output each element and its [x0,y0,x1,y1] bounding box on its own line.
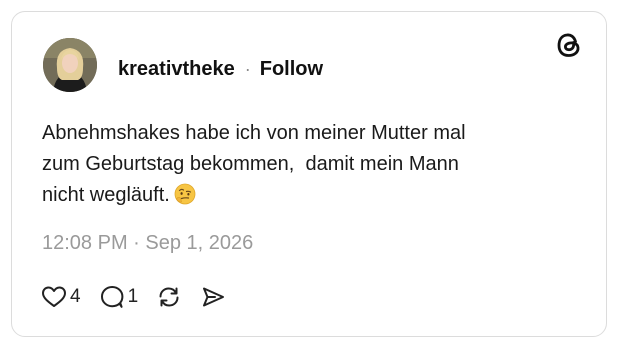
threads-post-card: kreativtheke · Follow Abnehmshakes habe … [11,11,607,337]
post-text-line: Abnehmshakes habe ich von meiner Mutter … [42,122,466,144]
reply-button[interactable]: 1 [99,285,139,309]
header-separator: · [244,59,251,79]
post-header: kreativtheke · Follow [118,57,323,81]
heart-icon [42,286,66,307]
share-button[interactable] [200,285,226,309]
post-text: Abnehmshakes habe ich von meiner Mutter … [42,118,562,211]
reply-count: 1 [127,286,139,307]
threads-logo-icon[interactable] [554,30,584,60]
comment-bubble-icon [100,286,123,308]
repost-button[interactable] [156,285,182,309]
repost-icon [159,287,179,307]
post-actions-bar: 4 1 [41,283,226,311]
post-timestamp[interactable]: 12:08 PM · Sep 1, 2026 [42,232,253,255]
like-button[interactable]: 4 [41,285,81,309]
follow-button[interactable]: Follow [260,57,323,81]
face-with-raised-eyebrow-icon [174,183,196,205]
send-icon [203,287,225,307]
post-text-line-last: nicht wegläuft. [42,180,562,211]
post-text-line-content: nicht wegläuft. [42,184,170,206]
like-count: 4 [70,286,81,307]
avatar[interactable] [43,38,97,92]
post-text-line: zum Geburtstag bekommen, damit mein Mann [42,153,459,175]
username[interactable]: kreativtheke [118,57,235,81]
